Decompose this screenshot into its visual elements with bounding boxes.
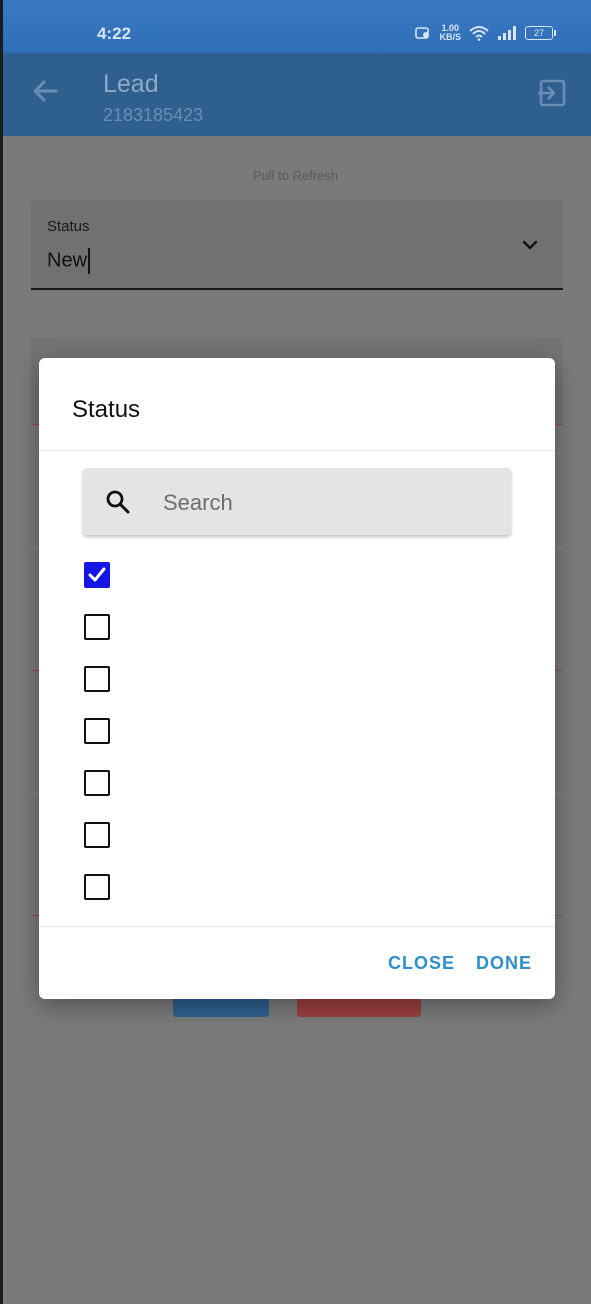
- search-input[interactable]: [161, 484, 495, 522]
- system-status-bar: 4:22 1.00 KB/S 27: [0, 0, 591, 53]
- back-arrow-icon[interactable]: [26, 71, 66, 111]
- screen-edge: [0, 0, 3, 1304]
- dialog-bottom-divider: [39, 926, 555, 927]
- status-option-checkbox[interactable]: [84, 874, 110, 900]
- done-button[interactable]: DONE: [476, 953, 532, 974]
- signal-icon: [498, 26, 516, 40]
- dialog-title: Status: [72, 396, 141, 423]
- status-option-checkbox[interactable]: [84, 822, 110, 848]
- wifi-icon: [469, 26, 489, 41]
- chevron-down-icon: [522, 240, 538, 250]
- dialog-top-divider: [39, 450, 555, 451]
- status-icons: 1.00 KB/S 27: [415, 24, 556, 42]
- app-bar: Lead 2183185423: [0, 53, 591, 136]
- status-option-checkbox[interactable]: [84, 562, 110, 588]
- status-value-text: New: [47, 249, 88, 272]
- notification-icon: [415, 27, 430, 39]
- status-option-checkbox[interactable]: [84, 718, 110, 744]
- battery-icon: 27: [525, 26, 556, 40]
- status-dropdown[interactable]: Status New: [31, 200, 563, 290]
- status-option-checkbox[interactable]: [84, 614, 110, 640]
- exit-icon[interactable]: [537, 78, 567, 108]
- status-option-checkbox[interactable]: [84, 770, 110, 796]
- text-cursor: [88, 248, 91, 274]
- close-button[interactable]: CLOSE: [388, 953, 455, 974]
- network-speed: 1.00 KB/S: [439, 24, 461, 42]
- page-title: Lead: [103, 70, 159, 98]
- lead-phone-number: 2183185423: [103, 105, 204, 125]
- status-field-label: Status: [47, 218, 90, 235]
- search-icon: [106, 490, 130, 514]
- search-box[interactable]: [83, 468, 511, 535]
- status-option-checkbox[interactable]: [84, 666, 110, 692]
- status-select-dialog: Status CLOSE DONE: [39, 358, 555, 999]
- check-icon: [88, 567, 106, 582]
- status-field-value: New: [47, 248, 91, 274]
- clock-time: 4:22: [97, 24, 132, 43]
- network-speed-unit: KB/S: [439, 32, 461, 42]
- pull-to-refresh-hint: Pull to Refresh: [252, 168, 339, 183]
